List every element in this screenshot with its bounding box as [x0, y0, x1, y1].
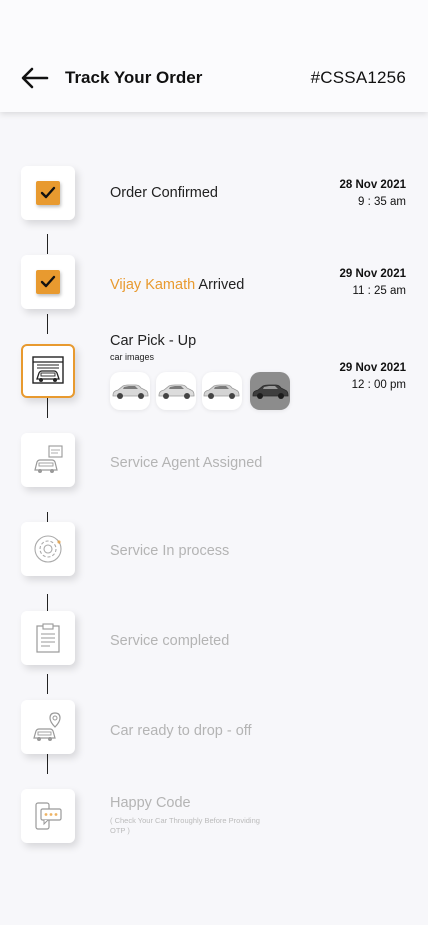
step-drop-off-label: Car ready to drop - off: [110, 723, 252, 739]
agent-car-icon: [34, 445, 63, 473]
happy-code-note: ( Check Your Car Throughly Before Provid…: [110, 816, 260, 835]
car-photo-icon: [252, 384, 289, 399]
step-arrived-label: Vijay Kamath Arrived: [110, 277, 244, 293]
car-image-thumbnail[interactable]: [202, 372, 242, 410]
car-photo-icon: [158, 384, 195, 399]
step-arrived-date: 29 Nov 2021: [339, 268, 407, 280]
timeline-connector: [47, 314, 48, 334]
step-happy-code-box: [21, 789, 75, 843]
timeline-connector: [47, 398, 48, 418]
step-order-confirmed-date: 28 Nov 2021: [339, 179, 407, 191]
timeline-connector: [47, 234, 48, 254]
step-car-pickup-date: 29 Nov 2021: [339, 362, 407, 374]
step-agent-assigned-box: [21, 433, 75, 487]
agent-name[interactable]: Vijay Kamath: [110, 277, 195, 293]
step-arrived-time: 11 : 25 am: [352, 285, 407, 297]
step-completed-label: Service completed: [110, 633, 230, 649]
step-happy-code-label: Happy Code: [110, 795, 191, 811]
timeline-connector: [47, 674, 48, 694]
car-location-pin-icon: [33, 712, 61, 741]
step-order-confirmed-time: 9 : 35 am: [358, 196, 406, 208]
more-car-images-thumbnail[interactable]: [250, 372, 290, 410]
step-agent-assigned-label: Service Agent Assigned: [110, 455, 263, 471]
step-completed-box: [21, 611, 75, 665]
step-drop-off-box: [21, 700, 75, 754]
app-header: Track Your Order #CSSA1256: [0, 0, 428, 112]
step-car-pickup-label: Car Pick - Up: [110, 333, 197, 349]
step-in-process-label: Service In process: [110, 543, 230, 559]
step-arrived-box: [21, 255, 75, 309]
clipboard-icon: [36, 623, 60, 653]
arrived-text: Arrived: [198, 277, 245, 293]
timeline-connector: [47, 512, 48, 522]
car-photo-icon: [112, 384, 149, 399]
car-photo-icon: [203, 384, 240, 399]
page-title: Track Your Order: [65, 68, 203, 87]
back-arrow-icon[interactable]: [20, 66, 50, 90]
checkbox-checked-icon: [36, 181, 60, 205]
car-image-thumbnail[interactable]: [156, 372, 196, 410]
step-car-pickup-box: [21, 344, 75, 398]
gear-icon: [34, 535, 62, 563]
phone-otp-icon: [35, 802, 62, 830]
timeline-connector: [47, 754, 48, 774]
order-id: #CSSA1256: [310, 68, 406, 87]
step-order-confirmed-label: Order Confirmed: [110, 185, 218, 201]
checkbox-checked-icon: [36, 270, 60, 294]
step-car-pickup-time: 12 : 00 pm: [351, 379, 406, 391]
step-in-process-box: [21, 522, 75, 576]
step-order-confirmed-box: [21, 166, 75, 220]
car-images-label: car images: [110, 352, 155, 362]
car-image-thumbnail[interactable]: [110, 372, 150, 410]
car-garage-icon: [32, 356, 64, 384]
